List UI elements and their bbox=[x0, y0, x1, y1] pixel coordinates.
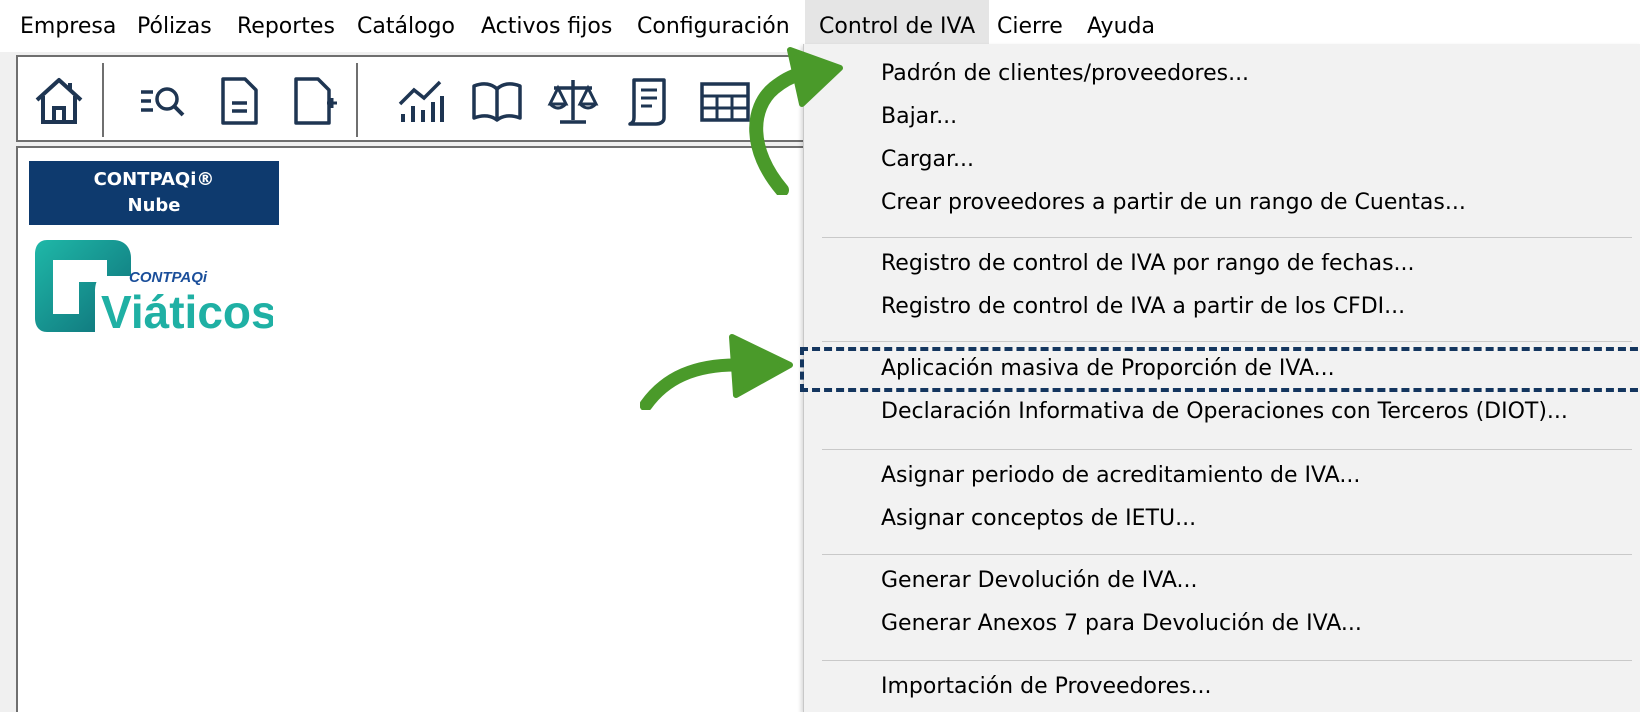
menu-item-registro-cfdi[interactable]: Registro de control de IVA a partir de l… bbox=[881, 292, 1405, 322]
menu-item-registro-fechas[interactable]: Registro de control de IVA por rango de … bbox=[881, 249, 1415, 279]
menu-item-importacion-proveedores[interactable]: Importación de Proveedores... bbox=[881, 672, 1212, 702]
logo-product-text: Viáticos bbox=[101, 286, 273, 336]
book-icon[interactable] bbox=[470, 74, 524, 128]
new-document-icon[interactable] bbox=[288, 74, 342, 128]
home-icon[interactable] bbox=[32, 74, 86, 128]
menu-item-asignar-ietu[interactable]: Asignar conceptos de IETU... bbox=[881, 504, 1196, 534]
menu-activos-fijos[interactable]: Activos fijos bbox=[481, 0, 612, 52]
menu-separator bbox=[822, 341, 1632, 342]
menu-item-anexos-7[interactable]: Generar Anexos 7 para Devolución de IVA.… bbox=[881, 609, 1362, 639]
badge-line-2: Nube bbox=[127, 195, 181, 216]
toolbar-separator bbox=[102, 63, 104, 137]
notepad-icon[interactable] bbox=[622, 74, 676, 128]
menu-separator bbox=[822, 237, 1632, 238]
search-list-icon[interactable] bbox=[136, 74, 190, 128]
annotation-arrow-right-icon bbox=[640, 334, 793, 410]
menu-catalogo[interactable]: Catálogo bbox=[357, 0, 455, 52]
contpaqi-nube-badge[interactable]: CONTPAQi® Nube bbox=[29, 161, 279, 225]
highlight-box bbox=[800, 347, 1640, 392]
annotation-arrow-up-icon bbox=[749, 47, 843, 195]
toolbar bbox=[16, 55, 806, 142]
menu-item-generar-devolucion[interactable]: Generar Devolución de IVA... bbox=[881, 566, 1198, 596]
document-icon[interactable] bbox=[212, 74, 266, 128]
menu-separator bbox=[822, 554, 1632, 555]
logo-brand-text: CONTPAQi bbox=[129, 269, 208, 286]
menu-empresa[interactable]: Empresa bbox=[20, 0, 116, 52]
chart-icon[interactable] bbox=[394, 74, 448, 128]
menu-reportes[interactable]: Reportes bbox=[237, 0, 335, 52]
workspace-panel bbox=[16, 146, 806, 712]
menu-item-crear-proveedores[interactable]: Crear proveedores a partir de un rango d… bbox=[881, 188, 1466, 218]
menu-separator bbox=[822, 660, 1632, 661]
toolbar-separator bbox=[356, 63, 358, 137]
badge-line-1: CONTPAQi® bbox=[93, 169, 215, 190]
menu-item-asignar-periodo[interactable]: Asignar periodo de acreditamiento de IVA… bbox=[881, 461, 1360, 491]
balance-scale-icon[interactable] bbox=[546, 74, 600, 128]
menu-item-padron[interactable]: Padrón de clientes/proveedores... bbox=[881, 59, 1249, 89]
menu-item-bajar[interactable]: Bajar... bbox=[881, 102, 957, 132]
menu-separator bbox=[822, 449, 1632, 450]
menu-item-cargar[interactable]: Cargar... bbox=[881, 145, 974, 175]
menu-item-diot[interactable]: Declaración Informativa de Operaciones c… bbox=[881, 397, 1568, 427]
viaticos-logo[interactable]: CONTPAQi Viáticos bbox=[33, 236, 273, 336]
menu-polizas[interactable]: Pólizas bbox=[137, 0, 212, 52]
